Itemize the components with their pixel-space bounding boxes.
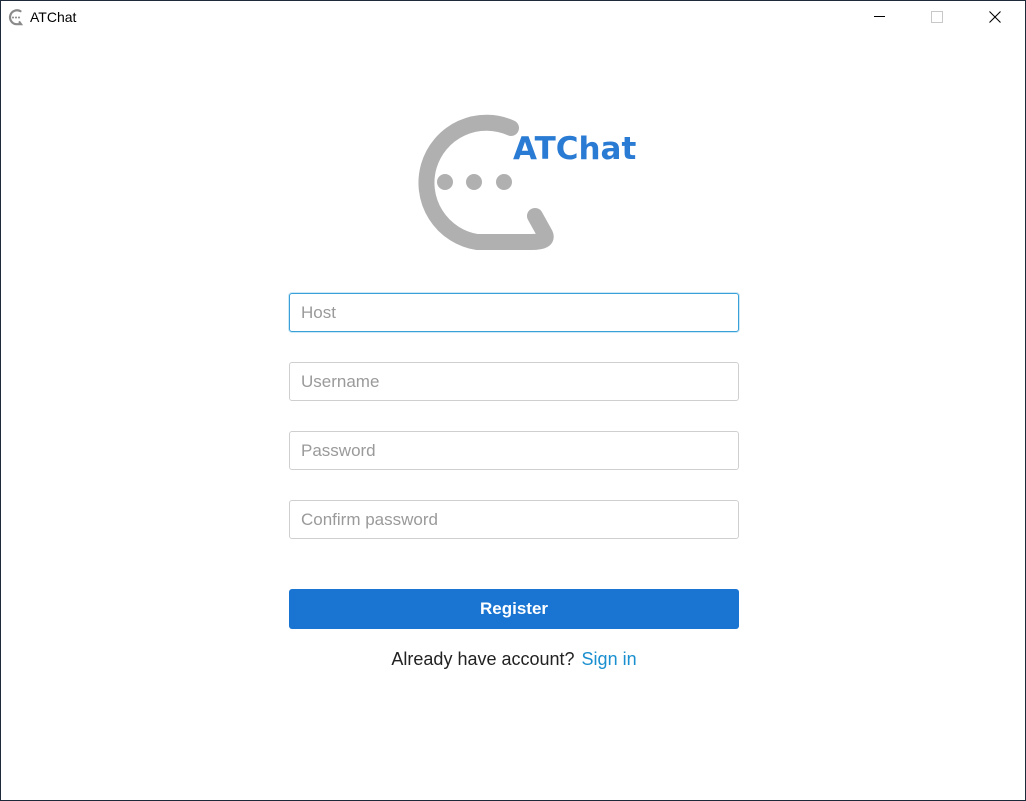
logo-wordmark: ATChat — [513, 131, 637, 167]
close-button[interactable] — [972, 1, 1018, 32]
username-input[interactable] — [289, 362, 739, 401]
host-input[interactable] — [289, 293, 739, 332]
register-button[interactable]: Register — [289, 589, 739, 629]
title-bar[interactable]: ATChat — [1, 1, 1025, 32]
minimize-icon — [873, 11, 885, 22]
app-window: ATChat ATChat Host Username Register Alr… — [0, 0, 1026, 801]
window-title: ATChat — [30, 9, 77, 25]
maximize-icon — [931, 10, 943, 23]
sign-in-prompt: Already have account? Sign in — [289, 647, 739, 671]
confirm-password-input[interactable] — [289, 500, 739, 539]
maximize-button[interactable] — [914, 1, 960, 32]
close-icon — [989, 10, 1001, 23]
sign-in-link[interactable]: Sign in — [582, 649, 637, 669]
app-logo-icon — [7, 8, 25, 26]
sign-in-prompt-text: Already have account? — [391, 649, 575, 669]
password-input[interactable] — [289, 431, 739, 470]
minimize-button[interactable] — [856, 1, 902, 32]
